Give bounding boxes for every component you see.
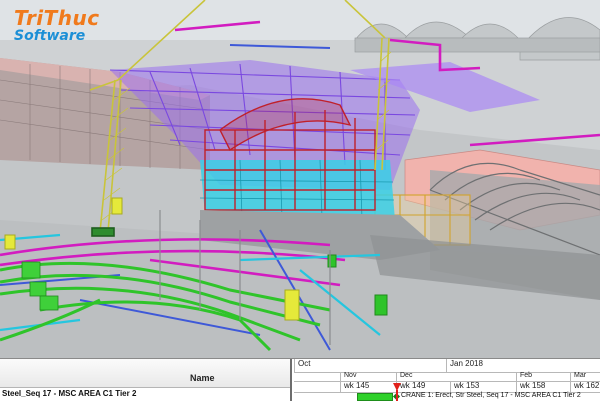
week-145: wk 145	[340, 381, 396, 392]
schedule-panel: Name Steel_Seq 17 - MSC AREA C1 Tier 2 O…	[0, 358, 600, 401]
gantt-chart[interactable]: Oct Jan 2018 Nov Dec Feb Mar wk 145 wk 1…	[294, 359, 600, 401]
month-dec: Dec	[396, 372, 516, 381]
month-nov: Nov	[340, 372, 396, 381]
month-oct: Oct	[294, 359, 394, 372]
week-149: wk 149	[396, 381, 450, 392]
week-153: wk 153	[450, 381, 516, 392]
current-date-line	[396, 390, 398, 401]
month-jan-2018: Jan 2018	[446, 359, 600, 372]
month-mar: Mar	[570, 372, 600, 381]
bim-3d-model-icon	[0, 0, 600, 358]
task-bar-label: CRANE 1: Erect, Str Steel, Seq 17 - MSC …	[401, 392, 581, 399]
brand-line2: Software	[14, 28, 86, 44]
name-header-label: Name	[190, 373, 215, 383]
brand-line1: TriThuc	[14, 6, 100, 30]
week-162: wk 162	[570, 381, 600, 392]
week-158: wk 158	[516, 381, 570, 392]
brand-logo: TriThuc Software	[14, 8, 100, 43]
name-column-header[interactable]: Name	[0, 359, 290, 388]
task-name: Steel_Seq 17 - MSC AREA C1 Tier 2	[2, 389, 137, 398]
gantt-month-header: Oct Jan 2018	[294, 359, 600, 373]
3d-model-viewport[interactable]: TriThuc Software	[0, 0, 600, 358]
task-name-pane: Name Steel_Seq 17 - MSC AREA C1 Tier 2	[0, 359, 292, 401]
task-row[interactable]: Steel_Seq 17 - MSC AREA C1 Tier 2	[0, 388, 290, 401]
month-feb: Feb	[516, 372, 570, 381]
